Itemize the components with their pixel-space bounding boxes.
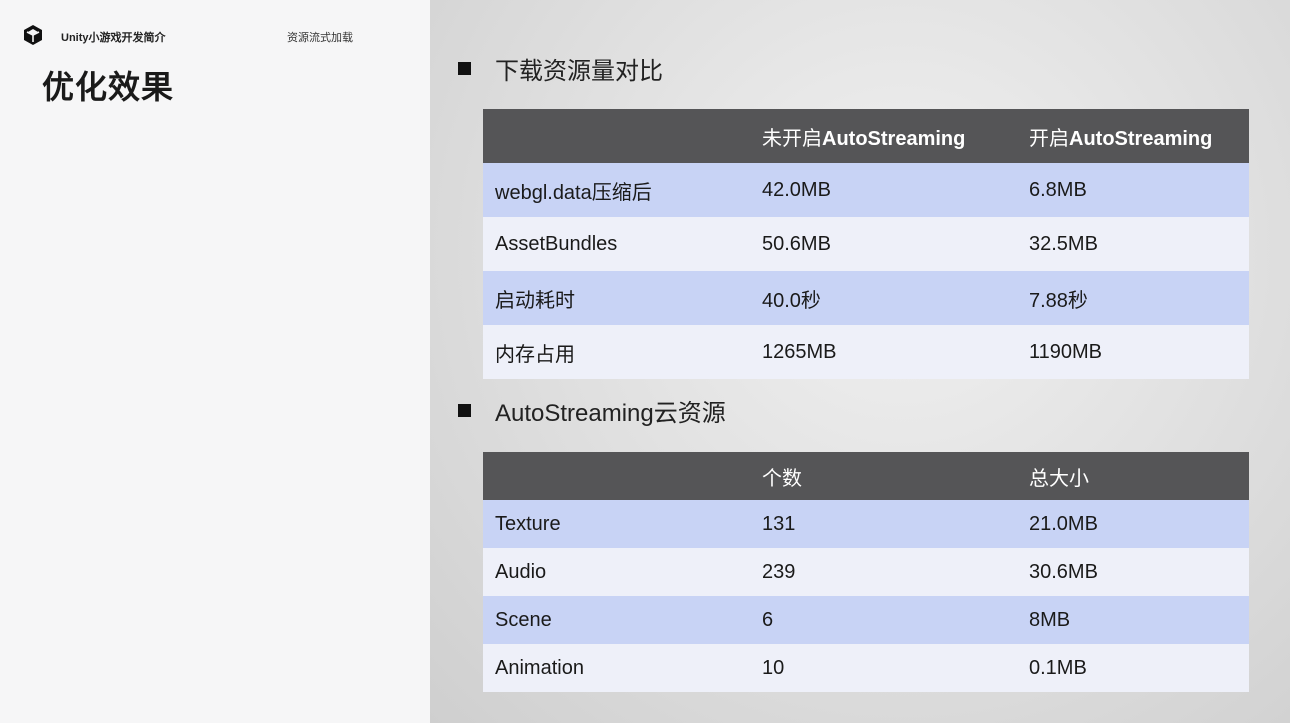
row-label: Scene: [483, 596, 750, 644]
cell-value: 6.8MB: [1017, 163, 1249, 217]
download-comparison-table: 未开启AutoStreaming 开启AutoStreaming webgl.d…: [483, 109, 1249, 379]
header-cell: 总大小: [1017, 452, 1249, 500]
table-header-row: 个数 总大小: [483, 452, 1249, 500]
cell-value: 239: [750, 548, 1017, 596]
cell-value: 8MB: [1017, 596, 1249, 644]
page-title: 优化效果: [42, 69, 175, 105]
autostreaming-resources-table: 个数 总大小 Texture 131 21.0MB Audio 239 30.6…: [483, 452, 1249, 692]
heading-text: 下载资源量对比: [495, 58, 663, 85]
cell-value: 0.1MB: [1017, 644, 1249, 692]
row-label: 内存占用: [483, 325, 750, 379]
table-row: Animation 10 0.1MB: [483, 644, 1249, 692]
left-panel: Unity小游戏开发简介 资源流式加载 优化效果: [0, 0, 430, 723]
cell-value: 21.0MB: [1017, 500, 1249, 548]
brand-title: Unity小游戏开发简介: [61, 32, 166, 44]
unity-logo-icon: [24, 25, 42, 45]
cell-value: 32.5MB: [1017, 217, 1249, 271]
square-bullet-icon: [458, 62, 471, 75]
table-row: Texture 131 21.0MB: [483, 500, 1249, 548]
cell-value: 30.6MB: [1017, 548, 1249, 596]
row-label: Audio: [483, 548, 750, 596]
cell-value: 10: [750, 644, 1017, 692]
header-cell: 开启AutoStreaming: [1017, 109, 1249, 163]
cell-value: 42.0MB: [750, 163, 1017, 217]
cell-value: 50.6MB: [750, 217, 1017, 271]
cell-value: 1265MB: [750, 325, 1017, 379]
cell-value: 7.88秒: [1017, 271, 1249, 325]
heading-text: AutoStreaming云资源: [495, 400, 726, 427]
section-heading-autostreaming: AutoStreaming云资源: [458, 393, 726, 428]
table-row: webgl.data压缩后 42.0MB 6.8MB: [483, 163, 1249, 217]
table-row: Audio 239 30.6MB: [483, 548, 1249, 596]
row-label: Animation: [483, 644, 750, 692]
row-label: webgl.data压缩后: [483, 163, 750, 217]
row-label: 启动耗时: [483, 271, 750, 325]
table-row: 启动耗时 40.0秒 7.88秒: [483, 271, 1249, 325]
header-cell: [483, 452, 750, 500]
row-label: AssetBundles: [483, 217, 750, 271]
header-cell: 未开启AutoStreaming: [750, 109, 1017, 163]
header-cell: [483, 109, 750, 163]
section-label: 资源流式加载: [287, 32, 353, 44]
table-row: AssetBundles 50.6MB 32.5MB: [483, 217, 1249, 271]
section-heading-download: 下载资源量对比: [458, 51, 663, 86]
header-cell: 个数: [750, 452, 1017, 500]
cell-value: 40.0秒: [750, 271, 1017, 325]
cell-value: 6: [750, 596, 1017, 644]
cell-value: 131: [750, 500, 1017, 548]
table-row: Scene 6 8MB: [483, 596, 1249, 644]
square-bullet-icon: [458, 404, 471, 417]
cell-value: 1190MB: [1017, 325, 1249, 379]
row-label: Texture: [483, 500, 750, 548]
table-row: 内存占用 1265MB 1190MB: [483, 325, 1249, 379]
table-header-row: 未开启AutoStreaming 开启AutoStreaming: [483, 109, 1249, 163]
